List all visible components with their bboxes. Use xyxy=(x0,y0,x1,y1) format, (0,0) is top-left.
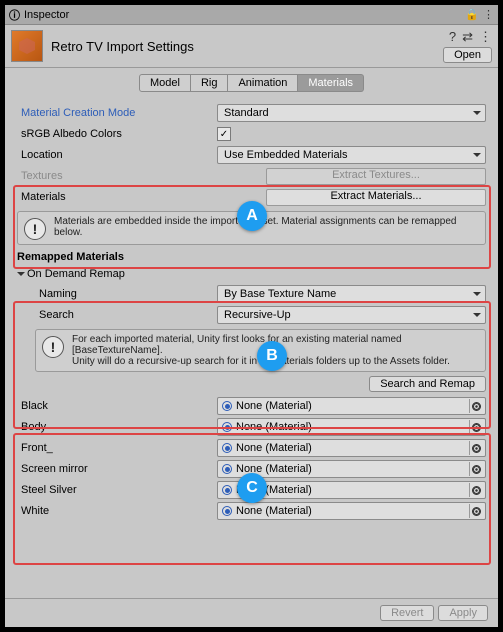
object-radio-icon xyxy=(222,422,232,432)
object-picker-icon[interactable] xyxy=(469,483,483,497)
asset-title: Retro TV Import Settings xyxy=(51,39,443,54)
remapped-materials-header: Remapped Materials xyxy=(17,251,486,263)
object-picker-icon[interactable] xyxy=(469,441,483,455)
remap-info-box: ! For each imported material, Unity firs… xyxy=(35,329,486,372)
help-icon[interactable]: ? xyxy=(449,29,456,45)
material-slot-value: None (Material) xyxy=(236,400,469,412)
importer-tabs: Model Rig Animation Materials xyxy=(5,74,498,92)
tab-animation[interactable]: Animation xyxy=(228,74,298,92)
material-slot-label: Screen mirror xyxy=(17,463,217,475)
naming-value: By Base Texture Name xyxy=(224,288,336,300)
object-picker-icon[interactable] xyxy=(469,420,483,434)
material-slot-label: Front_ xyxy=(17,442,217,454)
material-slot-value: None (Material) xyxy=(236,484,469,496)
panel-title: Inspector xyxy=(24,9,465,21)
material-slot-value: None (Material) xyxy=(236,442,469,454)
extract-textures-button: Extract Textures... xyxy=(266,168,486,185)
material-creation-mode-value: Standard xyxy=(224,107,269,119)
object-radio-icon xyxy=(222,401,232,411)
srgb-checkbox[interactable]: ✓ xyxy=(217,127,231,141)
search-and-remap-button[interactable]: Search and Remap xyxy=(369,376,486,392)
inspector-titlebar: ⓘ Inspector 🔒 ⋮ xyxy=(5,5,498,25)
search-dropdown[interactable]: Recursive-Up xyxy=(217,306,486,324)
info-exclaim-icon: ! xyxy=(24,218,46,240)
tab-rig[interactable]: Rig xyxy=(191,74,229,92)
material-slot-value: None (Material) xyxy=(236,505,469,517)
info-exclaim-icon: ! xyxy=(42,336,64,358)
material-slot-value: None (Material) xyxy=(236,421,469,433)
search-value: Recursive-Up xyxy=(224,309,291,321)
object-radio-icon xyxy=(222,506,232,516)
material-creation-mode-label: Material Creation Mode xyxy=(17,107,217,119)
object-radio-icon xyxy=(222,485,232,495)
panel-menu-icon[interactable]: ⋮ xyxy=(483,8,494,21)
embedded-info-box: ! Materials are embedded inside the impo… xyxy=(17,211,486,245)
header-menu-icon[interactable]: ⋮ xyxy=(479,29,492,45)
footer: Revert Apply xyxy=(5,598,498,627)
material-slot-field[interactable]: None (Material) xyxy=(217,439,486,457)
materials-label: Materials xyxy=(17,191,217,203)
material-creation-mode-dropdown[interactable]: Standard xyxy=(217,104,486,122)
foldout-triangle-icon xyxy=(17,272,25,280)
object-picker-icon[interactable] xyxy=(469,504,483,518)
embedded-info-text: Materials are embedded inside the import… xyxy=(54,216,479,240)
material-slot-value: None (Material) xyxy=(236,463,469,475)
object-picker-icon[interactable] xyxy=(469,399,483,413)
asset-header: Retro TV Import Settings ? ⇄ ⋮ Open xyxy=(5,25,498,68)
material-slot-field[interactable]: None (Material) xyxy=(217,418,486,436)
material-slot-label: White xyxy=(17,505,217,517)
material-slot-field[interactable]: None (Material) xyxy=(217,502,486,520)
asset-prefab-icon xyxy=(11,30,43,62)
remap-info-text: For each imported material, Unity first … xyxy=(72,334,479,367)
srgb-label: sRGB Albedo Colors xyxy=(17,128,217,140)
textures-label: Textures xyxy=(17,170,217,182)
material-slot-field[interactable]: None (Material) xyxy=(217,460,486,478)
object-radio-icon xyxy=(222,443,232,453)
open-button[interactable]: Open xyxy=(443,47,492,63)
location-label: Location xyxy=(17,149,217,161)
naming-label: Naming xyxy=(17,288,217,300)
extract-materials-button[interactable]: Extract Materials... xyxy=(266,189,486,206)
lock-icon[interactable]: 🔒 xyxy=(465,8,479,21)
on-demand-remap-foldout[interactable]: On Demand Remap xyxy=(17,265,486,283)
revert-button[interactable]: Revert xyxy=(380,605,434,621)
location-dropdown[interactable]: Use Embedded Materials xyxy=(217,146,486,164)
material-slot-label: Black xyxy=(17,400,217,412)
apply-button[interactable]: Apply xyxy=(438,605,488,621)
location-value: Use Embedded Materials xyxy=(224,149,348,161)
tab-model[interactable]: Model xyxy=(139,74,191,92)
material-slot-label: Steel Silver xyxy=(17,484,217,496)
material-slot-field[interactable]: None (Material) xyxy=(217,481,486,499)
material-slot-field[interactable]: None (Material) xyxy=(217,397,486,415)
object-radio-icon xyxy=(222,464,232,474)
material-slot-label: Body xyxy=(17,421,217,433)
tab-materials[interactable]: Materials xyxy=(298,74,364,92)
info-icon: ⓘ xyxy=(9,7,20,23)
object-picker-icon[interactable] xyxy=(469,462,483,476)
naming-dropdown[interactable]: By Base Texture Name xyxy=(217,285,486,303)
search-label: Search xyxy=(17,309,217,321)
on-demand-remap-label: On Demand Remap xyxy=(27,268,125,280)
preset-icon[interactable]: ⇄ xyxy=(462,29,473,45)
